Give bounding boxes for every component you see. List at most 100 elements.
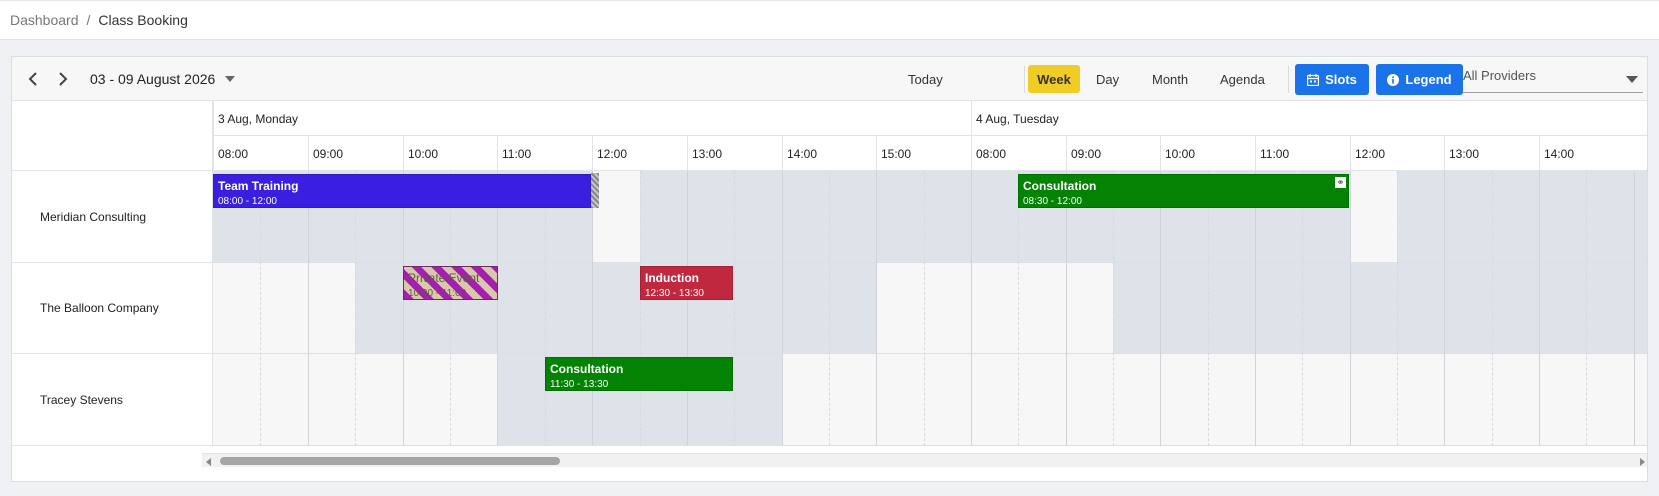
view-day-button[interactable]: Day [1088,57,1127,101]
scroll-right-icon[interactable] [1640,458,1645,466]
unavailable-slot [640,171,971,262]
legend-button[interactable]: Legend [1376,64,1463,95]
hour-header: 14:00 [1539,136,1647,171]
calendar-icon [1307,73,1320,86]
event-consultation[interactable]: Consultation 11:30 - 13:30 [545,357,733,391]
view-week-button[interactable]: Week [1028,65,1080,93]
day-header: 3 Aug, Monday [213,101,971,136]
hour-header: 10:00 [1160,136,1255,171]
provider-select[interactable]: All Providers [1463,65,1643,93]
date-range-label: 03 - 09 August 2026 [90,71,216,87]
chevron-right-icon [59,72,68,86]
half-hour-line [1302,171,1303,446]
legend-label: Legend [1405,72,1452,87]
previous-button[interactable] [20,57,46,101]
hour-line [592,171,593,446]
half-hour-line [1492,171,1493,446]
caret-down-icon [225,76,236,82]
event-title: Induction [645,271,699,285]
hour-header: 13:00 [687,136,782,171]
event-title: Consultation [550,362,624,376]
event-time: 11:30 - 13:30 [550,379,609,390]
day-line [971,171,972,446]
hour-line [1539,171,1540,446]
hour-line [1066,171,1067,446]
half-hour-line [450,171,451,446]
breadcrumb: Dashboard / Class Booking [10,12,188,28]
hour-header: 09:00 [1066,136,1160,171]
hour-line [1160,171,1161,446]
resource-label: The Balloon Company [12,263,213,354]
horizontal-scrollbar[interactable] [202,453,1647,467]
half-hour-line [734,171,735,446]
view-month-button[interactable]: Month [1144,57,1196,101]
hour-line [782,171,783,446]
next-button[interactable] [50,57,76,101]
timeline-grid: 3 Aug, Monday 4 Aug, Tuesday 08:00 09:00… [12,101,1647,453]
hour-header: 08:00 [971,136,1066,171]
slots-button[interactable]: Slots [1295,64,1369,95]
caret-down-icon [1626,76,1638,83]
info-icon [1387,73,1400,86]
breadcrumb-dashboard-link[interactable]: Dashboard [10,12,79,28]
unavailable-slot [1113,263,1647,353]
half-hour-line [1113,171,1114,446]
hour-line [497,171,498,446]
hour-line [1634,171,1635,446]
hour-header: 12:00 [592,136,687,171]
hour-line [876,171,877,446]
half-hour-line [1018,171,1019,446]
event-time: 12:30 - 13:30 [645,288,704,299]
event-title: Private Event [408,271,480,285]
hour-header: 09:00 [308,136,403,171]
hour-header: 15:00 [876,136,971,171]
event-consultation[interactable]: Consultation 08:30 - 12:00 ⚭ [1018,174,1349,208]
event-team-training[interactable]: Team Training 08:00 - 12:00 [213,174,591,208]
hour-line [403,171,404,446]
hour-line [1350,171,1351,446]
hour-header: 13:00 [1444,136,1539,171]
view-agenda-button[interactable]: Agenda [1212,57,1273,101]
half-hour-line [1397,171,1398,446]
top-bar: Dashboard / Class Booking [0,0,1659,40]
chevron-left-icon [28,72,37,86]
half-hour-line [1586,171,1587,446]
event-private-event[interactable]: Private Event 10:00 - 11:00 [403,266,498,300]
hour-header: 12:00 [1350,136,1444,171]
resource-row[interactable] [213,354,1647,446]
half-hour-line [545,171,546,446]
event-time: 08:00 - 12:00 [218,196,277,207]
date-range-picker[interactable]: 03 - 09 August 2026 [90,57,236,101]
resource-label: Meridian Consulting [12,171,213,263]
today-button[interactable]: Today [900,57,951,101]
resize-handle[interactable] [591,173,599,208]
half-hour-line [355,171,356,446]
half-hour-line [924,171,925,446]
toolbar-divider [1288,66,1289,93]
toolbar-divider [1024,66,1025,93]
event-title: Team Training [218,179,299,193]
event-time: 08:30 - 12:00 [1023,196,1082,207]
hour-line [687,171,688,446]
event-induction[interactable]: Induction 12:30 - 13:30 [640,266,733,300]
hour-header: 11:00 [497,136,592,171]
half-hour-line [640,171,641,446]
resource-label: Tracey Stevens [12,354,213,446]
scroll-left-icon[interactable] [206,458,211,466]
unavailable-slot [1397,171,1647,262]
breadcrumb-current: Class Booking [98,12,188,28]
provider-select-value: All Providers [1463,68,1536,83]
hour-line [308,171,309,446]
breadcrumb-separator: / [86,12,91,28]
half-hour-line [1208,171,1209,446]
hour-header: 10:00 [403,136,497,171]
scheduler-panel: 03 - 09 August 2026 Today Week Day Month… [11,56,1648,482]
scrollbar-thumb[interactable] [220,457,560,465]
scheduler-toolbar: 03 - 09 August 2026 Today Week Day Month… [12,57,1647,101]
hour-line [1444,171,1445,446]
day-header: 4 Aug, Tuesday [971,101,1647,136]
hour-line [1255,171,1256,446]
link-icon[interactable]: ⚭ [1335,177,1346,188]
event-title: Consultation [1023,179,1097,193]
hour-header: 08:00 [213,136,308,171]
